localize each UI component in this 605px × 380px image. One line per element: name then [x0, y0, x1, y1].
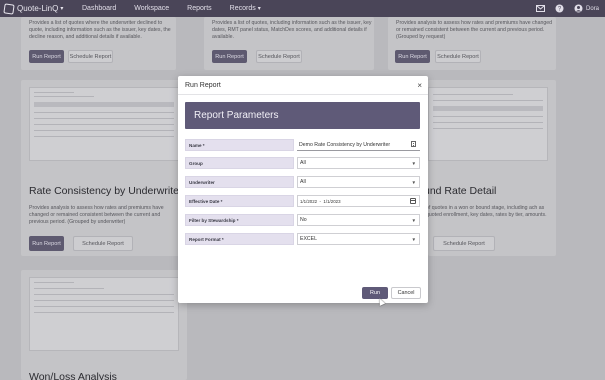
field-label: Report Format * — [185, 233, 294, 245]
stewardship-select[interactable]: No ▼ — [297, 214, 420, 226]
effective-date-value: 1/1/2022 - 1/1/2023 — [300, 198, 341, 204]
run-report-button[interactable]: Run Report — [29, 50, 64, 63]
nav-records-label: Records — [229, 5, 256, 12]
report-preview-image — [29, 277, 179, 351]
report-title: Won/Loss Analysis — [29, 371, 117, 380]
run-button[interactable]: Run — [362, 287, 388, 299]
chevron-down-icon: ▾ — [257, 6, 261, 12]
user-menu[interactable]: Dora — [574, 4, 599, 13]
nav-reports[interactable]: Reports — [187, 5, 212, 12]
brand-logo[interactable]: Quote-LinQ ▾ — [3, 2, 76, 15]
run-report-modal: Run Report × Report Parameters Name * De… — [178, 76, 428, 303]
top-navbar: Quote-LinQ ▾ Dashboard Workspace Reports… — [0, 0, 605, 17]
mail-icon[interactable] — [535, 4, 545, 13]
field-label: Name * — [185, 139, 294, 151]
banner-title: Report Parameters — [194, 110, 279, 121]
underwriter-value: All — [300, 179, 306, 185]
report-format-select[interactable]: EXCEL ▼ — [297, 233, 420, 245]
run-report-button[interactable]: Run Report — [212, 50, 247, 63]
report-card-quotes: Provides a list of quotes, including inf… — [204, 17, 374, 70]
list-icon[interactable] — [411, 141, 416, 147]
report-description: Provides a list of quotes where the unde… — [29, 20, 171, 40]
schedule-report-button[interactable]: Schedule Report — [256, 50, 302, 63]
chevron-down-icon: ▼ — [411, 161, 416, 166]
field-report-format: Report Format * EXCEL ▼ — [185, 233, 420, 245]
schedule-report-button[interactable]: Schedule Report — [435, 50, 481, 63]
report-description: Provides analysis to assess how rates an… — [29, 205, 164, 225]
report-card-rate-consistency-request: Provides analysis to assess how rates an… — [388, 17, 556, 70]
schedule-report-button[interactable]: Schedule Report — [68, 50, 113, 63]
report-card-declined: Provides a list of quotes where the unde… — [21, 17, 176, 70]
user-name: Dora — [585, 5, 599, 12]
report-title: Rate Consistency by Underwriter — [29, 185, 183, 197]
run-report-button[interactable]: Run Report — [29, 236, 64, 251]
report-format-value: EXCEL — [300, 236, 318, 242]
field-label: Group — [185, 157, 294, 169]
field-label: Filter by Stewardship * — [185, 214, 294, 226]
help-icon[interactable]: ? — [555, 4, 564, 13]
group-select[interactable]: All ▼ — [297, 157, 420, 169]
chevron-down-icon: ▼ — [411, 180, 416, 185]
modal-header: Run Report × — [178, 76, 428, 95]
nav-dashboard[interactable]: Dashboard — [82, 5, 116, 12]
report-card-bound-rate-detail: und Rate Detail of quotes in a won or bo… — [424, 80, 556, 256]
report-title: und Rate Detail — [424, 185, 497, 197]
name-input[interactable]: Demo Rate Consistency by Underwriter — [297, 139, 420, 151]
quotelinq-logo-icon — [3, 2, 15, 15]
report-description: of quotes in a won or bound stage, inclu… — [426, 205, 547, 218]
field-group: Group All ▼ — [185, 157, 420, 169]
report-card-won-loss: Won/Loss Analysis — [21, 270, 187, 380]
group-value: All — [300, 160, 306, 166]
report-card-rate-consistency-underwriter: Rate Consistency by Underwriter Provides… — [21, 80, 187, 256]
chevron-down-icon: ▼ — [411, 237, 416, 242]
run-report-button[interactable]: Run Report — [395, 50, 430, 63]
calendar-icon[interactable] — [410, 198, 416, 204]
modal-title: Run Report — [185, 82, 221, 89]
chevron-down-icon: ▼ — [411, 218, 416, 223]
cancel-button[interactable]: Cancel — [391, 287, 421, 299]
field-underwriter: Underwriter All ▼ — [185, 176, 420, 188]
report-preview-image — [29, 87, 179, 161]
name-value: Demo Rate Consistency by Underwriter — [299, 141, 391, 148]
report-parameters-banner: Report Parameters — [185, 102, 420, 129]
brand-name: Quote-LinQ — [17, 4, 59, 13]
nav-records[interactable]: Records ▾ — [230, 5, 261, 12]
schedule-report-button[interactable]: Schedule Report — [433, 236, 495, 251]
user-avatar-icon — [574, 4, 583, 13]
field-effective-date: Effective Date * 1/1/2022 - 1/1/2023 — [185, 195, 420, 207]
effective-date-range-input[interactable]: 1/1/2022 - 1/1/2023 — [297, 195, 420, 207]
schedule-report-button[interactable]: Schedule Report — [73, 236, 133, 251]
nav-workspace[interactable]: Workspace — [134, 5, 169, 12]
field-name: Name * Demo Rate Consistency by Underwri… — [185, 139, 420, 151]
report-preview-image — [428, 87, 548, 161]
field-label: Underwriter — [185, 176, 294, 188]
field-filter-stewardship: Filter by Stewardship * No ▼ — [185, 214, 420, 226]
chevron-down-icon: ▾ — [60, 6, 64, 12]
close-icon[interactable]: × — [417, 81, 422, 90]
report-description: Provides a list of quotes, including inf… — [212, 20, 372, 40]
report-description: Provides analysis to assess how rates an… — [396, 20, 552, 40]
underwriter-select[interactable]: All ▼ — [297, 176, 420, 188]
stewardship-value: No — [300, 217, 307, 223]
field-label: Effective Date * — [185, 195, 294, 207]
